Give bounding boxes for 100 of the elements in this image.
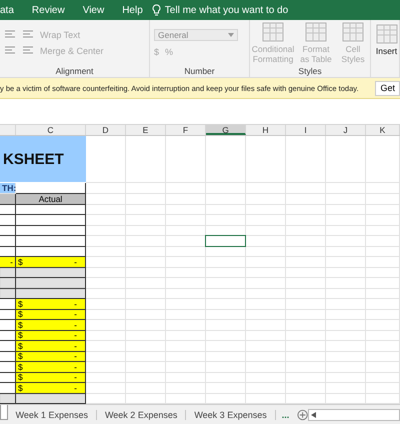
sheet-cell[interactable]	[286, 257, 326, 268]
sheet-cell[interactable]	[366, 246, 400, 257]
sheet-cell[interactable]	[366, 226, 400, 236]
sheet-cell[interactable]	[326, 341, 366, 352]
sheet-cell[interactable]	[246, 362, 286, 372]
sheet-cell[interactable]	[206, 330, 246, 341]
sheet-cell[interactable]	[166, 215, 206, 226]
sheet-cell[interactable]	[126, 215, 166, 226]
sheet-cell[interactable]	[126, 204, 166, 215]
sheet-cell[interactable]	[246, 372, 286, 383]
sheet-cell[interactable]	[86, 236, 126, 246]
sheet-cell[interactable]	[86, 183, 126, 194]
column-header[interactable]: E	[126, 125, 166, 135]
sheet-cell[interactable]	[126, 330, 166, 341]
sheet-cell[interactable]	[206, 246, 246, 257]
sheet-cell[interactable]	[166, 299, 206, 310]
sheet-cell[interactable]	[246, 383, 286, 394]
sheet-cell[interactable]	[366, 299, 400, 310]
scroll-left-icon[interactable]	[311, 412, 316, 418]
sheet-cell[interactable]	[326, 215, 366, 226]
sheet-cell[interactable]	[246, 268, 286, 278]
sheet-cell[interactable]	[206, 310, 246, 320]
sheet-cell[interactable]	[286, 236, 326, 246]
sheet-cell[interactable]	[326, 226, 366, 236]
sheet-cell[interactable]	[286, 268, 326, 278]
sheet-tab[interactable]: Week 2 Expenses	[96, 410, 186, 420]
sheet-cell[interactable]	[286, 194, 326, 204]
sheet-cell[interactable]	[86, 372, 126, 383]
sheet-cell[interactable]	[286, 204, 326, 215]
sheet-cell[interactable]	[246, 330, 286, 341]
sheet-cell[interactable]	[126, 257, 166, 268]
sheet-cell[interactable]	[286, 288, 326, 299]
column-header[interactable]: K	[366, 125, 400, 135]
sheet-cell[interactable]	[326, 288, 366, 299]
sheet-cell[interactable]	[366, 215, 400, 226]
sheet-cell[interactable]	[246, 320, 286, 330]
sheet-cell[interactable]	[246, 299, 286, 310]
sheet-cell[interactable]	[86, 362, 126, 372]
selected-cell[interactable]	[206, 236, 246, 246]
sheet-cell[interactable]	[86, 383, 126, 394]
sheet-cell[interactable]	[166, 362, 206, 372]
ribbon-tab[interactable]: ata	[0, 4, 23, 16]
sheet-cell[interactable]	[166, 383, 206, 394]
sheet-cell[interactable]	[206, 394, 246, 404]
ribbon-tab[interactable]: Review	[22, 4, 74, 16]
sheet-cell[interactable]	[246, 310, 286, 320]
sheet-cell[interactable]	[86, 310, 126, 320]
sheet-cell[interactable]	[286, 246, 326, 257]
sheet-cell[interactable]	[366, 372, 400, 383]
sheet-cell[interactable]	[126, 268, 166, 278]
sheet-cell[interactable]	[126, 183, 166, 194]
sheet-cell[interactable]	[206, 136, 246, 183]
column-header[interactable]: I	[286, 125, 326, 135]
sheet-cell[interactable]	[126, 362, 166, 372]
sheet-cell[interactable]	[286, 136, 326, 183]
sheet-cell[interactable]	[206, 383, 246, 394]
get-button[interactable]: Get	[375, 80, 400, 96]
sheet-cell[interactable]	[246, 394, 286, 404]
sheet-cell[interactable]	[246, 194, 286, 204]
sheet-cell[interactable]	[86, 341, 126, 352]
sheet-cell[interactable]	[326, 246, 366, 257]
sheet-cell[interactable]	[166, 246, 206, 257]
sheet-cell[interactable]	[166, 352, 206, 362]
sheet-cell[interactable]	[206, 320, 246, 330]
sheet-cell[interactable]	[166, 257, 206, 268]
sheet-cell[interactable]	[366, 383, 400, 394]
sheet-cell[interactable]	[126, 341, 166, 352]
sheet-cell[interactable]	[86, 204, 126, 215]
sheet-cell[interactable]	[126, 310, 166, 320]
sheet-tab[interactable]: Week 3 Expenses	[186, 410, 276, 420]
sheet-cell[interactable]	[366, 183, 400, 194]
sheet-cell[interactable]	[86, 330, 126, 341]
sheet-cell[interactable]	[286, 183, 326, 194]
sheet-cell[interactable]	[366, 136, 400, 183]
sheet-cell[interactable]	[246, 257, 286, 268]
sheet-cell[interactable]	[366, 320, 400, 330]
sheet-cell[interactable]	[366, 257, 400, 268]
sheet-cell[interactable]	[286, 372, 326, 383]
sheet-cell[interactable]	[126, 236, 166, 246]
sheet-cell[interactable]	[86, 320, 126, 330]
sheet-cell[interactable]	[166, 288, 206, 299]
sheet-cell[interactable]	[286, 352, 326, 362]
sheet-cell[interactable]	[286, 362, 326, 372]
more-sheets-button[interactable]: ...	[282, 410, 290, 420]
sheet-cell[interactable]	[86, 352, 126, 362]
sheet-cell[interactable]	[166, 320, 206, 330]
sheet-cell[interactable]	[166, 310, 206, 320]
sheet-cell[interactable]	[326, 194, 366, 204]
sheet-cell[interactable]	[166, 226, 206, 236]
sheet-cell[interactable]	[326, 136, 366, 183]
sheet-cell[interactable]	[286, 383, 326, 394]
sheet-cell[interactable]	[326, 204, 366, 215]
sheet-cell[interactable]	[246, 352, 286, 362]
sheet-cell[interactable]	[206, 204, 246, 215]
sheet-cell[interactable]	[126, 383, 166, 394]
ribbon-tab[interactable]: View	[74, 4, 114, 16]
sheet-cell[interactable]	[206, 183, 246, 194]
sheet-cell[interactable]	[166, 330, 206, 341]
sheet-cell[interactable]	[86, 278, 126, 288]
sheet-cell[interactable]	[366, 278, 400, 288]
